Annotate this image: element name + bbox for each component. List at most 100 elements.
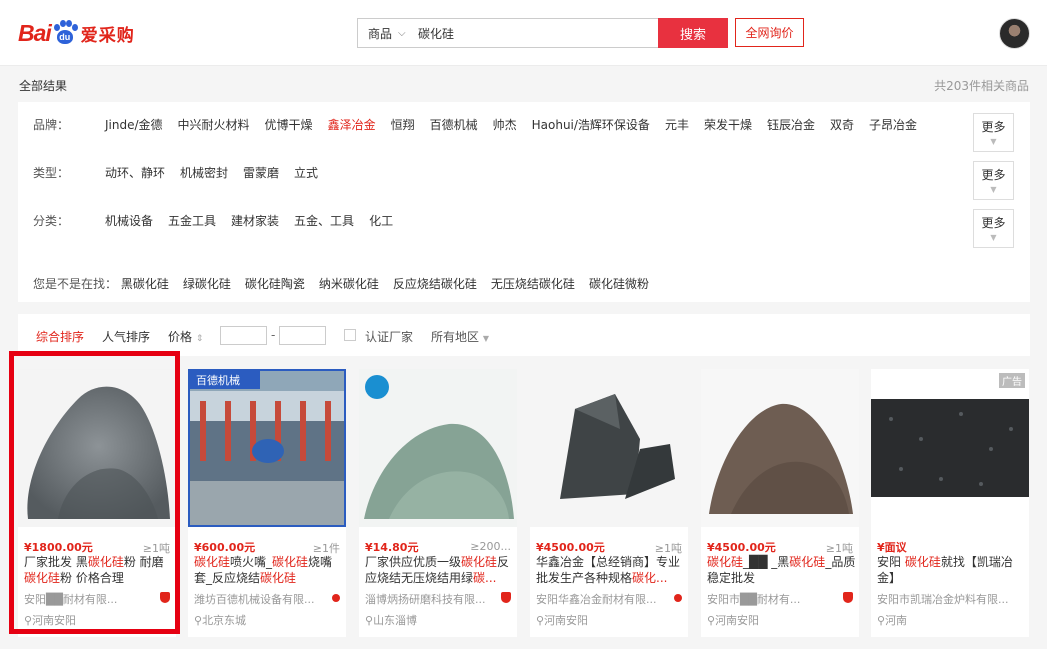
brand-option[interactable]: 恒翔: [391, 116, 415, 133]
product-shop[interactable]: 淄博炳扬研磨科技有限...: [365, 591, 503, 607]
price-min-input[interactable]: [220, 326, 267, 345]
brand-option[interactable]: 中兴耐火材料: [178, 116, 250, 133]
brand-badge: 百德机械: [190, 371, 260, 389]
type-more-button[interactable]: 更多 ▼: [973, 161, 1014, 200]
more-label: 更多: [981, 216, 1006, 230]
product-shop[interactable]: 安阳市凯瑞冶金炉料有限...: [877, 591, 1027, 607]
product-card[interactable]: 百德机械 ¥600.00元 ≥1件 碳化硅喷火嘴_碳化硅烧嘴套_反应烧结碳化硅 …: [188, 369, 346, 637]
search-button[interactable]: 搜索: [658, 18, 728, 48]
location-pin-icon: ⚲: [877, 614, 886, 627]
product-title[interactable]: 安阳 碳化硅就找【凯瑞冶金】: [877, 554, 1027, 586]
certified-checkbox[interactable]: [344, 329, 356, 341]
result-count: 共203件相关商品: [934, 79, 1029, 93]
category-option[interactable]: 建材家装: [231, 212, 279, 229]
product-title[interactable]: 碳化硅喷火嘴_碳化硅烧嘴套_反应烧结碳化硅: [194, 554, 344, 586]
shield-icon: [843, 592, 853, 603]
shield-icon: [501, 592, 511, 603]
category-option[interactable]: 化工: [369, 212, 393, 229]
search-box: 商品 ⌵ 碳化硅: [357, 18, 658, 48]
brand-more-button[interactable]: 更多 ▼: [973, 113, 1014, 152]
brand-option[interactable]: 元丰: [665, 116, 689, 133]
avatar[interactable]: [999, 18, 1030, 49]
product-image[interactable]: 广告: [871, 369, 1029, 527]
suggestion-link[interactable]: 黑碳化硅: [121, 277, 169, 291]
product-title[interactable]: 华鑫冶金【总经销商】专业批发生产各种规格碳化...: [536, 554, 686, 586]
title-keyword: 碳化硅: [260, 571, 297, 585]
product-shop[interactable]: 潍坊百德机械设备有限...: [194, 591, 332, 607]
sort-popularity[interactable]: 人气排序: [102, 328, 150, 345]
product-title[interactable]: 碳化硅_██ _黑碳化硅_品质稳定批发: [707, 554, 857, 586]
suggestion-link[interactable]: 绿碳化硅: [183, 277, 231, 291]
product-location-text: 河南安阳: [715, 614, 760, 627]
product-shop[interactable]: 安阳市██耐材有...: [707, 591, 845, 607]
product-card[interactable]: 广告 ¥面议 安阳 碳化硅就找【凯瑞冶金】 安阳市凯瑞冶金炉料有限... ⚲河南: [871, 369, 1029, 637]
brand-option[interactable]: 百德机械: [430, 116, 478, 133]
title-keyword: 碳化硅: [707, 555, 744, 569]
all-results-label: 全部结果: [19, 79, 68, 93]
product-image[interactable]: [359, 369, 517, 527]
product-price: ¥4500.00元: [707, 541, 776, 554]
brand-option[interactable]: Jinde/金德: [105, 116, 163, 133]
product-price: ¥600.00元: [194, 541, 256, 554]
title-keyword: 碳...: [473, 571, 497, 585]
brand-option[interactable]: 鑫泽冶金: [328, 116, 376, 133]
product-price: ¥14.80元: [365, 541, 419, 554]
chevron-down-icon: ⌵: [398, 27, 406, 39]
category-more-button[interactable]: 更多 ▼: [973, 209, 1014, 248]
brand-option[interactable]: 钰辰冶金: [767, 116, 815, 133]
product-card[interactable]: ¥4500.00元 ≥1吨 华鑫冶金【总经销商】专业批发生产各种规格碳化... …: [530, 369, 688, 637]
suggestion-link[interactable]: 碳化硅陶瓷: [245, 277, 305, 291]
suggestion-link[interactable]: 无压烧结碳化硅: [491, 277, 575, 291]
filter-row-type: 类型： 动环、静环 机械密封 雷蒙磨 立式: [18, 162, 1030, 182]
type-option[interactable]: 雷蒙磨: [243, 164, 279, 181]
title-keyword: 碳化硅: [272, 555, 309, 569]
suggestion-link[interactable]: 碳化硅微粉: [589, 277, 649, 291]
location-pin-icon: ⚲: [365, 614, 374, 627]
price-max-input[interactable]: [279, 326, 326, 345]
type-option[interactable]: 动环、静环: [105, 164, 165, 181]
ad-tag: 广告: [999, 373, 1025, 388]
sort-price-label: 价格: [168, 330, 193, 344]
certified-label: 认证厂家: [365, 330, 414, 344]
region-select[interactable]: 所有地区 ▼: [431, 328, 489, 345]
suggestions-row: 您是不是在找： 黑碳化硅 绿碳化硅 碳化硅陶瓷 纳米碳化硅 反应烧结碳化硅 无压烧结碳化硅…: [33, 275, 663, 292]
title-keyword: 碳化硅: [194, 555, 231, 569]
logo-bai-text: Bai: [18, 19, 52, 46]
filter-label-category: 分类：: [33, 213, 70, 228]
paw-icon: du: [52, 20, 78, 46]
sort-price[interactable]: 价格 ⇕: [168, 328, 203, 345]
search-category-select[interactable]: 商品 ⌵: [358, 25, 418, 42]
category-option[interactable]: 五金、工具: [294, 212, 354, 229]
type-option[interactable]: 立式: [294, 164, 318, 181]
type-option[interactable]: 机械密封: [180, 164, 228, 181]
inquiry-button[interactable]: 全网询价: [735, 18, 804, 47]
sort-comprehensive[interactable]: 综合排序: [36, 328, 84, 345]
suggestion-link[interactable]: 反应烧结碳化硅: [393, 277, 477, 291]
product-image[interactable]: [530, 369, 688, 527]
category-option[interactable]: 五金工具: [168, 212, 216, 229]
caret-down-icon: ▼: [990, 233, 997, 242]
product-image[interactable]: [701, 369, 859, 527]
category-option[interactable]: 机械设备: [105, 212, 153, 229]
brand-option[interactable]: Haohui/浩辉环保设备: [532, 116, 650, 133]
brand-option[interactable]: 荣发干燥: [704, 116, 752, 133]
suggestion-link[interactable]: 纳米碳化硅: [319, 277, 379, 291]
title-text: _██ _黑: [743, 555, 790, 569]
brand-option[interactable]: 帅杰: [493, 116, 517, 133]
logo[interactable]: Bai du 爱采购: [18, 16, 135, 50]
product-shop[interactable]: 安阳华鑫冶金耐材有限...: [536, 591, 674, 607]
search-input[interactable]: 碳化硅: [418, 25, 638, 42]
product-card[interactable]: ¥14.80元 ≥200... 厂家供应优质一级碳化硅反应烧结无压烧结用绿碳..…: [359, 369, 517, 637]
price-separator: -: [271, 328, 276, 342]
caret-down-icon: ▼: [482, 334, 489, 343]
brand-option[interactable]: 优博干燥: [265, 116, 313, 133]
title-text: 厂家供应优质一级: [365, 555, 462, 569]
filter-row-brand: 品牌： Jinde/金德 中兴耐火材料 优博干燥 鑫泽冶金 恒翔 百德机械 帅杰 Haohui…: [18, 114, 1030, 134]
brand-option[interactable]: 子昂冶金: [869, 116, 917, 133]
product-image[interactable]: 百德机械: [188, 369, 346, 527]
product-card[interactable]: ¥4500.00元 ≥1吨 碳化硅_██ _黑碳化硅_品质稳定批发 安阳市██耐…: [701, 369, 859, 637]
product-title[interactable]: 厂家供应优质一级碳化硅反应烧结无压烧结用绿碳...: [365, 554, 515, 586]
region-label: 所有地区: [431, 330, 480, 344]
product-location: ⚲河南安阳: [536, 612, 588, 628]
brand-option[interactable]: 双奇: [830, 116, 854, 133]
